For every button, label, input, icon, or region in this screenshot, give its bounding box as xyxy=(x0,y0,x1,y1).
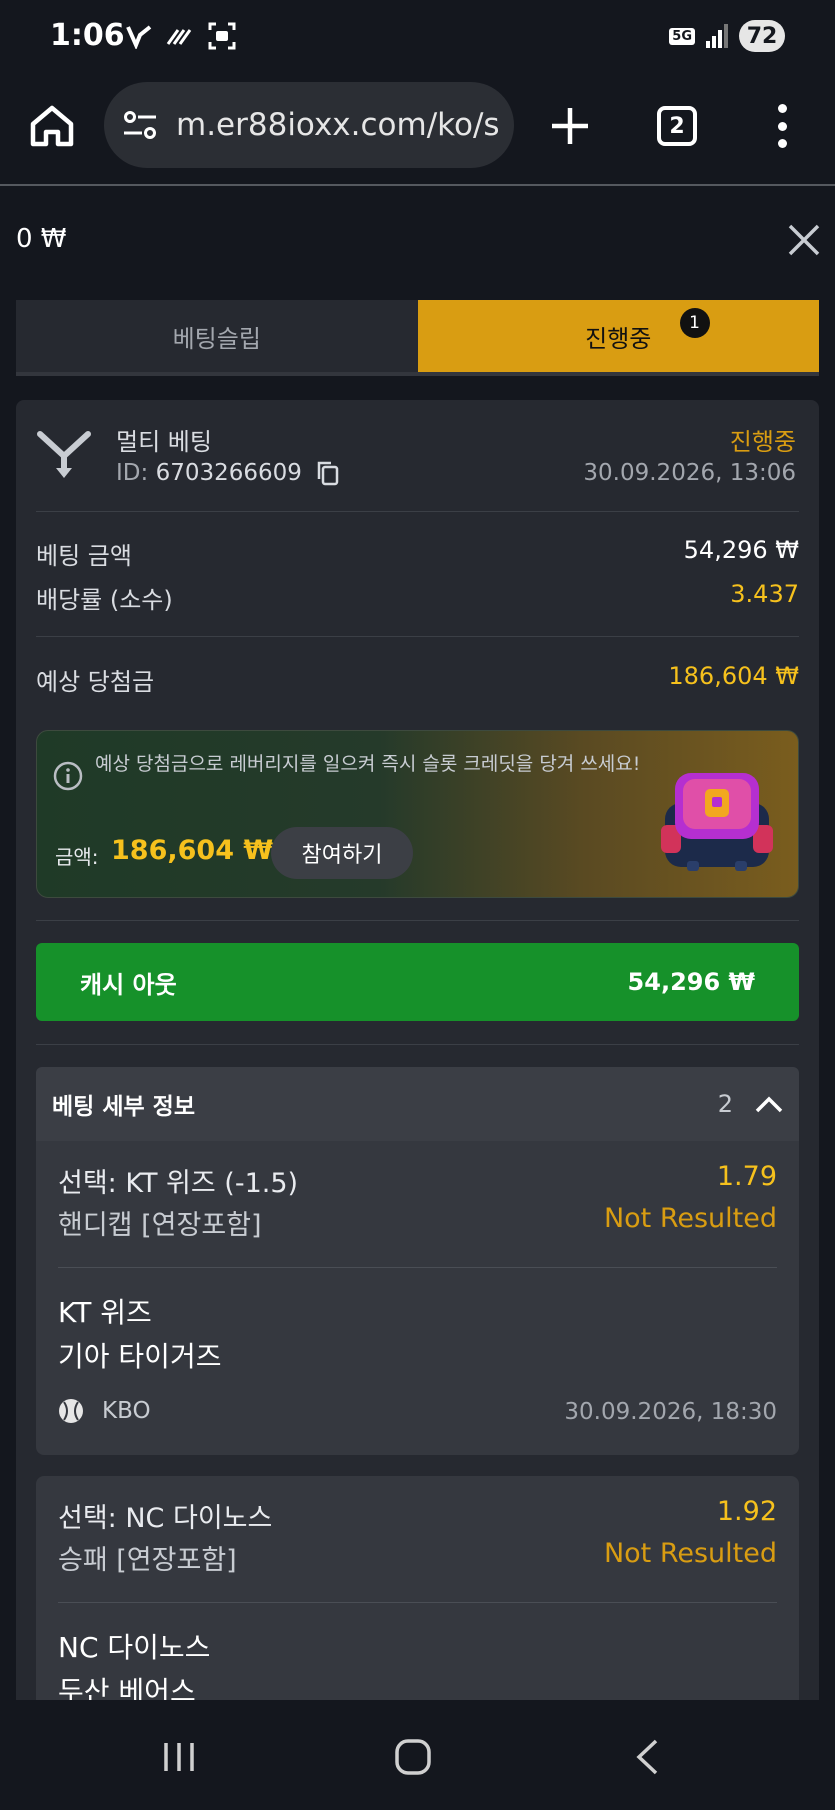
stake-row: 베팅 금액 54,296 ₩ xyxy=(36,536,799,571)
bet-date: 30.09.2026, 13:06 xyxy=(583,460,796,486)
slot-credit-promo: 예상 당첨금으로 레버리지를 일으켜 즉시 슬롯 크레딧을 당겨 쓰세요! 금액… xyxy=(36,730,799,898)
divider xyxy=(36,636,799,637)
multi-bet-icon xyxy=(37,431,91,478)
tab-ongoing[interactable]: 진행중 1 xyxy=(417,300,819,372)
selection-odds: 1.79 xyxy=(716,1161,777,1192)
odds-label: 배당률 (소수) xyxy=(36,586,173,614)
divider xyxy=(36,511,799,512)
promo-text: 예상 당첨금으로 레버리지를 일으켜 즉시 슬롯 크레딧을 당겨 쓰세요! xyxy=(95,753,641,775)
divider xyxy=(58,1602,777,1603)
balance-amount: 0 ₩ xyxy=(16,224,67,254)
status-time: 1:06 xyxy=(50,18,125,53)
address-bar[interactable]: m.er88ioxx.com/ko/s xyxy=(104,82,514,168)
bet-header: 멀티 베팅 ID: 6703266609 진행중 30.09.2026, 13:… xyxy=(36,422,796,512)
selection-pick: 선택: NC 다이노스 xyxy=(58,1503,273,1534)
selection-odds: 1.92 xyxy=(716,1496,777,1527)
baseball-icon xyxy=(59,1399,83,1423)
new-tab-icon[interactable] xyxy=(548,104,592,148)
bet-id-value: 6703266609 xyxy=(155,460,302,486)
bet-details-count: 2 xyxy=(717,1090,733,1118)
cashout-label: 캐시 아웃 xyxy=(80,970,177,999)
network-type-badge: 5G xyxy=(669,27,695,45)
selection-market: 승패 [연장포함] xyxy=(58,1545,237,1576)
bet-details-title: 베팅 세부 정보 xyxy=(52,1094,195,1120)
treasure-box-icon xyxy=(661,773,773,871)
selection-card: 선택: KT 위즈 (-1.5) 1.79 핸디캡 [연장포함] Not Res… xyxy=(36,1141,799,1455)
bet-details-header[interactable]: 베팅 세부 정보 2 xyxy=(36,1067,799,1141)
tab-betslip-label: 베팅슬립 xyxy=(172,324,261,353)
bet-status: 진행중 xyxy=(729,428,796,456)
bet-card: 멀티 베팅 ID: 6703266609 진행중 30.09.2026, 13:… xyxy=(16,400,819,1710)
payout-row: 예상 당첨금 186,604 ₩ xyxy=(36,662,799,697)
selection-card: 선택: NC 다이노스 1.92 승패 [연장포함] Not Resulted … xyxy=(36,1476,799,1710)
payout-label: 예상 당첨금 xyxy=(36,668,155,696)
divider xyxy=(36,920,799,921)
recent-apps-icon[interactable] xyxy=(162,1740,196,1774)
tab-betslip[interactable]: 베팅슬립 xyxy=(16,300,418,372)
tab-switcher-button[interactable]: 2 xyxy=(657,106,697,146)
more-menu-icon[interactable] xyxy=(770,104,794,148)
info-icon xyxy=(53,761,83,791)
team-away: 기아 타이거즈 xyxy=(58,1340,222,1373)
ongoing-count-badge: 1 xyxy=(679,308,710,338)
home-icon[interactable] xyxy=(28,102,76,150)
site-settings-icon[interactable] xyxy=(122,107,158,143)
tab-ongoing-label: 진행중 xyxy=(585,324,652,353)
cashout-button[interactable]: 캐시 아웃 54,296 ₩ xyxy=(36,943,799,1021)
chevron-up-icon[interactable] xyxy=(755,1095,783,1113)
join-button[interactable]: 참여하기 xyxy=(271,827,413,879)
bet-id-label: ID: xyxy=(116,460,149,486)
team-home: NC 다이노스 xyxy=(58,1631,211,1664)
payout-value: 186,604 ₩ xyxy=(668,662,799,690)
selection-pick: 선택: KT 위즈 (-1.5) xyxy=(58,1168,299,1199)
battery-indicator: 72 xyxy=(739,20,785,52)
data-saver-icon xyxy=(166,29,192,45)
bet-id-row: ID: 6703266609 xyxy=(116,460,340,486)
divider xyxy=(58,1267,777,1268)
league-row: KBO xyxy=(58,1398,151,1424)
stake-value: 54,296 ₩ xyxy=(683,536,799,564)
stake-label: 베팅 금액 xyxy=(36,542,132,570)
selection-status: Not Resulted xyxy=(603,1203,777,1234)
back-icon[interactable] xyxy=(634,1738,660,1776)
selection-status: Not Resulted xyxy=(603,1538,777,1569)
signal-icon xyxy=(706,24,728,48)
status-right-icons: 5G 72 xyxy=(669,20,785,52)
odds-row: 배당률 (소수) 3.437 xyxy=(36,580,799,615)
bet-type: 멀티 베팅 xyxy=(116,428,212,456)
cashout-amount: 54,296 ₩ xyxy=(627,968,755,996)
divider xyxy=(36,1044,799,1045)
close-icon[interactable] xyxy=(786,222,822,258)
browser-toolbar: m.er88ioxx.com/ko/s 2 xyxy=(0,76,835,186)
league-name: KBO xyxy=(102,1398,151,1424)
copy-icon[interactable] xyxy=(316,460,340,486)
screenshot-icon xyxy=(208,22,236,50)
match-date: 30.09.2026, 18:30 xyxy=(564,1399,777,1425)
status-bar: 1:06 5G 72 xyxy=(0,0,835,76)
status-notification-icons xyxy=(126,22,236,50)
odds-value: 3.437 xyxy=(730,580,799,608)
selection-market: 핸디캡 [연장포함] xyxy=(58,1210,262,1241)
system-navigation-bar xyxy=(0,1700,835,1810)
betslip-tabs: 베팅슬립 진행중 1 xyxy=(16,300,819,376)
team-home: KT 위즈 xyxy=(58,1296,152,1329)
url-text: m.er88ioxx.com/ko/s xyxy=(176,107,500,143)
promo-amount: 186,604 ₩ xyxy=(111,835,274,866)
home-nav-icon[interactable] xyxy=(394,1738,432,1776)
promo-amount-label: 금액: xyxy=(55,845,99,869)
vpn-icon xyxy=(126,25,152,49)
